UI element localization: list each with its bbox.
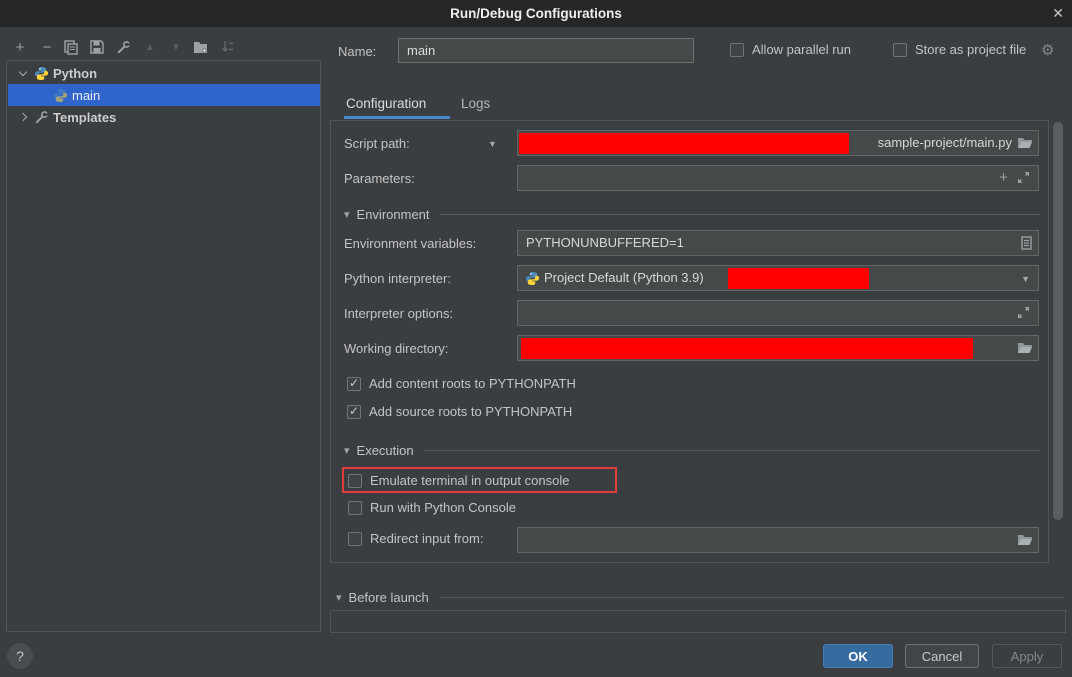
- add-configuration-button[interactable]: +: [10, 37, 30, 57]
- name-label: Name:: [338, 44, 376, 59]
- script-path-value: sample-project/main.py: [878, 135, 1012, 150]
- ok-button[interactable]: OK: [823, 644, 893, 668]
- tree-item-label: main: [72, 88, 100, 103]
- edit-templates-button[interactable]: [113, 37, 133, 57]
- parameters-label: Parameters:: [344, 171, 415, 186]
- working-directory-label: Working directory:: [344, 341, 449, 356]
- python-interpreter-label: Python interpreter:: [344, 271, 451, 286]
- emulate-terminal-checkbox[interactable]: Emulate terminal in output console: [348, 473, 569, 488]
- new-folder-icon: [193, 40, 209, 54]
- vertical-scrollbar[interactable]: [1053, 122, 1063, 520]
- section-divider: [440, 214, 1040, 215]
- checkbox-checked-icon[interactable]: ✓: [347, 405, 361, 419]
- checkbox-icon[interactable]: [348, 532, 362, 546]
- environment-variables-field[interactable]: PYTHONUNBUFFERED=1: [517, 230, 1039, 256]
- remove-configuration-button[interactable]: −: [37, 37, 57, 57]
- expand-field-icon[interactable]: [1017, 171, 1030, 184]
- script-path-label: Script path:: [344, 136, 410, 151]
- save-icon: [90, 40, 104, 54]
- store-as-project-file-checkbox[interactable]: Store as project file: [893, 42, 1026, 57]
- wrench-icon: [34, 110, 49, 125]
- run-debug-configurations-dialog: Run/Debug Configurations ✕ + − ▲ ▼ Pytho…: [0, 0, 1072, 677]
- arrow-down-icon: ▼: [171, 42, 181, 53]
- python-interpreter-value: Project Default (Python 3.9): [544, 270, 704, 285]
- collapse-arrow-icon[interactable]: ▾: [336, 591, 342, 604]
- tree-item-label: Templates: [53, 110, 116, 125]
- python-icon: [525, 271, 540, 286]
- titlebar: Run/Debug Configurations ✕: [0, 0, 1072, 27]
- redirect-input-checkbox[interactable]: Redirect input from:: [348, 531, 483, 546]
- script-path-field[interactable]: sample-project/main.py: [517, 130, 1039, 156]
- minus-icon: −: [43, 39, 52, 56]
- tree-item-templates[interactable]: Templates: [8, 106, 320, 128]
- python-interpreter-combobox[interactable]: Project Default (Python 3.9) ▼: [517, 265, 1039, 291]
- redaction-block: [519, 133, 849, 154]
- section-divider: [424, 450, 1040, 451]
- checkbox-icon[interactable]: [730, 43, 744, 57]
- tree-item-python[interactable]: Python: [8, 62, 320, 84]
- edit-variables-icon[interactable]: [1021, 236, 1032, 250]
- question-mark-icon: ?: [16, 648, 24, 664]
- redaction-block: [521, 338, 973, 359]
- name-input[interactable]: [398, 38, 694, 63]
- browse-folder-icon[interactable]: [1017, 341, 1033, 355]
- chevron-down-icon[interactable]: ▼: [1021, 274, 1030, 284]
- checkbox-icon[interactable]: [348, 474, 362, 488]
- chevron-down-icon[interactable]: [19, 68, 27, 76]
- chevron-down-icon[interactable]: ▼: [488, 139, 497, 149]
- add-macro-icon[interactable]: +: [999, 169, 1008, 186]
- interpreter-options-label: Interpreter options:: [344, 306, 453, 321]
- python-icon: [34, 66, 49, 81]
- create-folder-button[interactable]: [191, 37, 211, 57]
- apply-button[interactable]: Apply: [992, 644, 1062, 668]
- dialog-title: Run/Debug Configurations: [450, 6, 622, 21]
- environment-section-header[interactable]: ▾ Environment: [344, 206, 1040, 222]
- move-up-button[interactable]: ▲: [140, 37, 160, 57]
- chevron-right-icon[interactable]: [19, 113, 27, 121]
- add-source-roots-checkbox[interactable]: ✓ Add source roots to PYTHONPATH: [347, 404, 572, 419]
- before-launch-task-list[interactable]: [330, 610, 1066, 633]
- interpreter-options-field[interactable]: [517, 300, 1039, 326]
- add-content-roots-checkbox[interactable]: ✓ Add content roots to PYTHONPATH: [347, 376, 576, 391]
- tree-item-label: Python: [53, 66, 97, 81]
- checkbox-icon[interactable]: [893, 43, 907, 57]
- active-tab-underline: [344, 116, 450, 119]
- run-with-python-console-checkbox[interactable]: Run with Python Console: [348, 500, 516, 515]
- section-divider: [439, 597, 1064, 598]
- collapse-arrow-icon[interactable]: ▾: [344, 444, 350, 457]
- copy-configuration-button[interactable]: [61, 37, 81, 57]
- close-icon[interactable]: ✕: [1052, 0, 1064, 27]
- save-configuration-button[interactable]: [87, 37, 107, 57]
- python-icon: [53, 88, 68, 103]
- copy-icon: [64, 40, 78, 55]
- arrow-up-icon: ▲: [145, 42, 155, 53]
- browse-folder-icon[interactable]: [1017, 136, 1033, 150]
- execution-section-header[interactable]: ▾ Execution: [344, 442, 1040, 458]
- browse-folder-icon[interactable]: [1017, 533, 1033, 547]
- tab-logs[interactable]: Logs: [461, 96, 490, 111]
- environment-variables-label: Environment variables:: [344, 236, 476, 251]
- before-launch-section-header[interactable]: ▾ Before launch: [336, 589, 1064, 605]
- move-down-button[interactable]: ▼: [166, 37, 186, 57]
- environment-variables-value: PYTHONUNBUFFERED=1: [526, 235, 684, 250]
- plus-icon: +: [16, 39, 25, 56]
- tree-item-main-selected[interactable]: main: [8, 84, 320, 106]
- sort-alphabetically-icon: [221, 40, 235, 54]
- cancel-button[interactable]: Cancel: [905, 644, 979, 668]
- working-directory-field[interactable]: [517, 335, 1039, 361]
- expand-field-icon[interactable]: [1017, 306, 1030, 319]
- parameters-field[interactable]: +: [517, 165, 1039, 191]
- configurations-tree: Python main Templates: [6, 60, 321, 632]
- allow-parallel-run-checkbox[interactable]: Allow parallel run: [730, 42, 851, 57]
- redaction-block: [728, 268, 869, 289]
- sort-configurations-button[interactable]: [218, 37, 238, 57]
- checkbox-checked-icon[interactable]: ✓: [347, 377, 361, 391]
- help-button[interactable]: ?: [7, 643, 33, 669]
- gear-icon[interactable]: ⚙: [1041, 41, 1054, 59]
- checkbox-icon[interactable]: [348, 501, 362, 515]
- collapse-arrow-icon[interactable]: ▾: [344, 208, 350, 221]
- redirect-input-field[interactable]: [517, 527, 1039, 553]
- tab-configuration[interactable]: Configuration: [346, 96, 426, 111]
- wrench-icon: [116, 40, 131, 55]
